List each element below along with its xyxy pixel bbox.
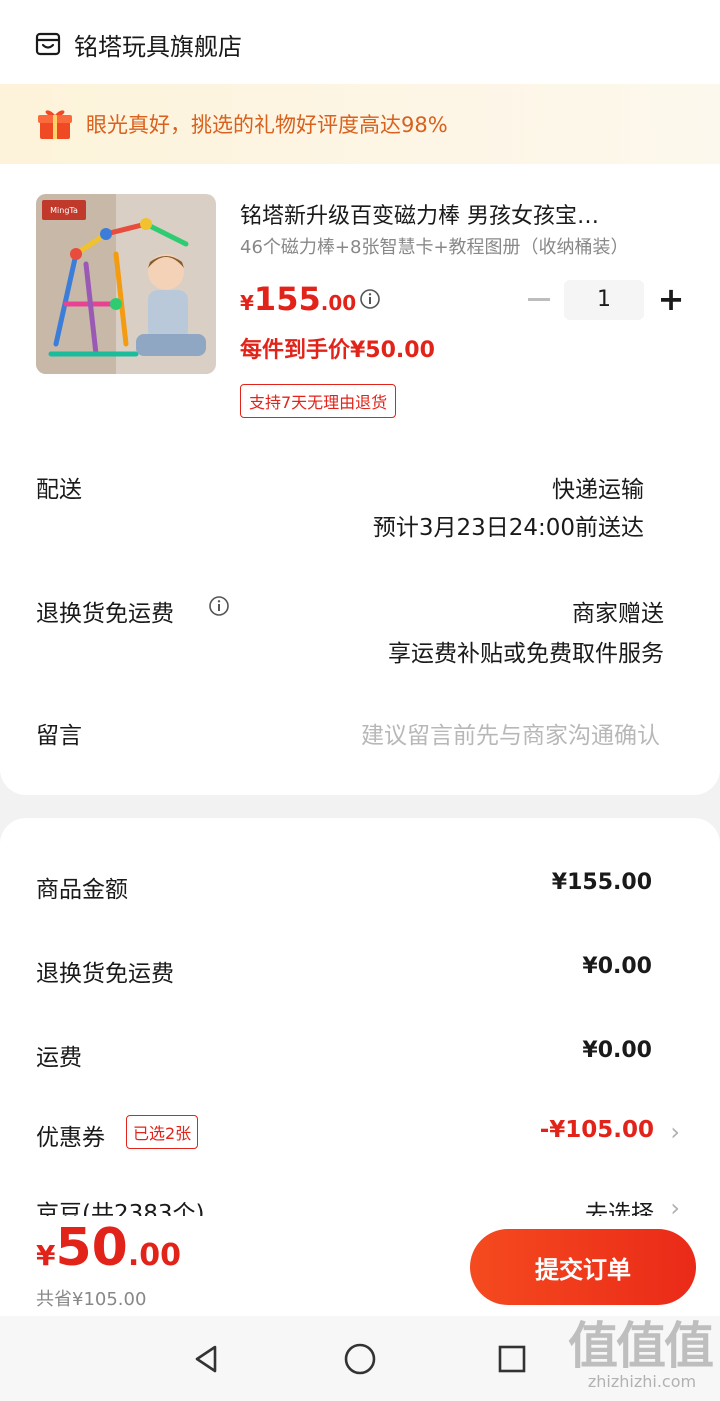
quantity-input[interactable]: 1	[564, 280, 644, 320]
watermark-logo: 值值值	[568, 1317, 714, 1375]
shop-icon	[35, 32, 61, 56]
total-currency: ¥	[36, 1239, 56, 1272]
nav-back-button[interactable]	[182, 1336, 232, 1382]
return-shipping-info-icon[interactable]	[208, 595, 230, 617]
back-triangle-icon	[195, 1345, 217, 1373]
quantity-decrease-button[interactable]	[526, 282, 552, 316]
order-card: 铭塔玩具旗舰店 眼光真好，挑选的礼物好评度高达98% MingTa 铭塔新升级百…	[0, 0, 720, 795]
price-integer: 155	[253, 280, 321, 318]
coupon-label: 优惠券	[36, 1125, 105, 1151]
delivery-method[interactable]: 快递运输	[552, 470, 644, 504]
goods-amount-value: ¥155.00	[551, 870, 652, 895]
product-spec: 46个磁力棒+8张智慧卡+教程图册（收纳桶装）	[240, 237, 629, 258]
total-price: ¥ 50 .00	[36, 1218, 181, 1278]
return-fee-label: 退换货免运费	[36, 961, 174, 987]
message-label: 留言	[36, 723, 82, 749]
price-decimal: .00	[320, 291, 357, 315]
price-info-icon[interactable]	[359, 288, 381, 310]
unit-price: 每件到手价¥50.00	[240, 338, 435, 363]
nav-home-button[interactable]	[335, 1336, 385, 1382]
total-integer: 50	[55, 1218, 128, 1278]
message-input[interactable]: 建议留言前先与商家沟通确认	[361, 716, 660, 750]
shop-header[interactable]: 铭塔玩具旗舰店	[34, 24, 242, 64]
total-decimal: .00	[127, 1238, 182, 1273]
brand-mark: MingTa	[50, 206, 78, 215]
promo-text: 眼光真好，挑选的礼物好评度高达98%	[86, 113, 448, 137]
shipping-fee-label: 运费	[36, 1045, 82, 1071]
nav-recents-button[interactable]	[487, 1336, 537, 1382]
product-image[interactable]: MingTa	[36, 194, 216, 374]
goods-amount-label: 商品金额	[36, 877, 128, 903]
total-saved: 共省¥105.00	[36, 1289, 147, 1310]
return-policy-badge: 支持7天无理由退货	[240, 384, 397, 418]
submit-order-button[interactable]: 提交订单	[470, 1229, 696, 1305]
return-shipping-desc: 享运费补贴或免费取件服务	[388, 641, 664, 667]
return-fee-value: ¥0.00	[582, 954, 652, 979]
coupon-value[interactable]: -¥105.00	[540, 1117, 654, 1143]
gift-icon	[38, 110, 72, 139]
return-shipping-value: 商家赠送	[572, 601, 664, 627]
watermark: 值值值 zhizhizhi.com	[568, 1318, 716, 1398]
shop-name: 铭塔玩具旗舰店	[74, 32, 242, 61]
delivery-label: 配送	[36, 477, 82, 503]
recents-square-icon	[498, 1345, 526, 1373]
product-price: ¥ 155 .00	[240, 280, 356, 318]
minus-icon	[528, 297, 550, 301]
home-circle-icon	[344, 1343, 376, 1375]
return-shipping-label: 退换货免运费	[36, 601, 174, 627]
coupon-chevron-icon[interactable]: ›	[670, 1118, 680, 1146]
watermark-url: zhizhizhi.com	[587, 1372, 697, 1391]
shipping-fee-value: ¥0.00	[582, 1038, 652, 1063]
coupon-badge: 已选2张	[126, 1115, 199, 1149]
quantity-increase-button[interactable]: +	[656, 282, 686, 316]
delivery-eta: 预计3月23日24:00前送达	[372, 515, 644, 541]
price-currency: ¥	[240, 291, 254, 315]
promo-banner: 眼光真好，挑选的礼物好评度高达98%	[0, 84, 720, 164]
product-title[interactable]: 铭塔新升级百变磁力棒 男孩女孩宝…	[240, 198, 680, 230]
